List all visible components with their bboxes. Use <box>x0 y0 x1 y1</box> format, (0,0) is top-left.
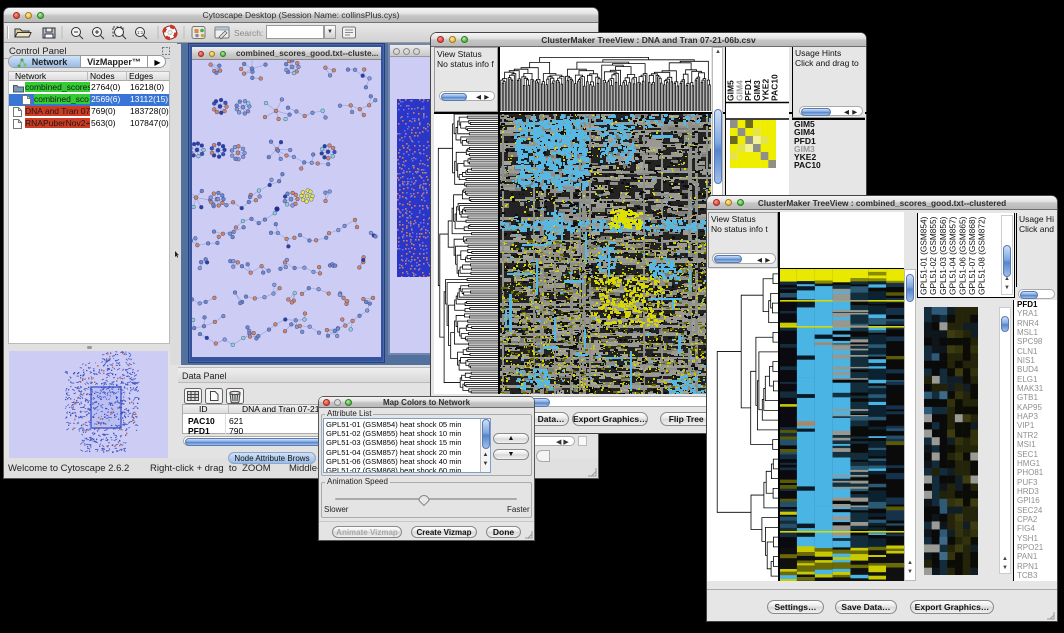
svg-text:1:1: 1:1 <box>137 30 144 35</box>
